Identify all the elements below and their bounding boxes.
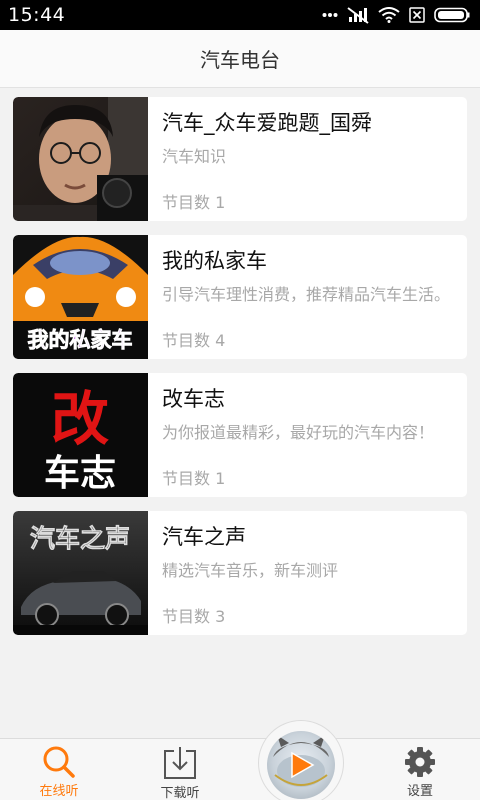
item-title: 改车志 — [162, 387, 225, 411]
item-count: 节目数 1 — [162, 469, 226, 488]
tab-settings[interactable]: 设置 — [375, 739, 465, 800]
item-count: 节目数 1 — [162, 193, 226, 212]
gear-icon — [405, 747, 435, 777]
item-title: 汽车_众车爱跑题_国舜 — [162, 111, 372, 135]
item-title: 我的私家车 — [162, 249, 267, 273]
download-icon — [164, 747, 196, 779]
list-item[interactable]: 改 车志 改车志 为你报道最精彩，最好玩的汽车内容！ 节目数 1 — [13, 373, 467, 497]
thumbnail-label-bottom: 车志 — [44, 453, 116, 494]
item-count: 节目数 3 — [162, 607, 226, 626]
play-icon — [291, 751, 315, 779]
thumbnail-image: 汽车之声 — [13, 511, 148, 635]
play-button[interactable] — [258, 720, 344, 800]
page-title: 汽车电台 — [200, 48, 280, 72]
thumbnail-image — [13, 97, 148, 221]
tab-label: 下载听 — [160, 786, 200, 800]
station-list: 汽车_众车爱跑题_国舜 汽车知识 节目数 1 我的私家车 我的私家车 引导汽车理… — [13, 97, 467, 649]
item-title: 汽车之声 — [162, 525, 246, 549]
no-sim-signal-icon — [347, 7, 369, 24]
list-item[interactable]: 汽车_众车爱跑题_国舜 汽车知识 节目数 1 — [13, 97, 467, 221]
status-bar: 15:44 — [0, 0, 480, 30]
more-dots-icon — [322, 13, 338, 17]
tab-online-listen[interactable]: 在线听 — [14, 739, 104, 800]
tab-label: 在线听 — [39, 784, 79, 799]
item-count: 节目数 4 — [162, 331, 226, 350]
status-icons — [322, 6, 470, 24]
list-item[interactable]: 汽车之声 汽车之声 精选汽车音乐，新车测评 节目数 3 — [13, 511, 467, 635]
wifi-icon — [378, 7, 400, 23]
thumbnail-image: 改 车志 — [13, 373, 148, 497]
status-time: 15:44 — [8, 4, 66, 26]
item-description: 引导汽车理性消费，推荐精品汽车生活。 — [162, 285, 451, 304]
search-icon — [43, 746, 75, 778]
item-description: 汽车知识 — [162, 147, 227, 166]
list-item[interactable]: 我的私家车 我的私家车 引导汽车理性消费，推荐精品汽车生活。 节目数 4 — [13, 235, 467, 359]
header: 汽车电台 — [0, 30, 480, 88]
tab-download-listen[interactable]: 下载听 — [135, 739, 225, 800]
thumbnail-label-top: 改 — [51, 385, 109, 453]
sim-off-icon — [409, 7, 425, 23]
bottom-tab-bar: 在线听 下载听 设置 — [0, 738, 480, 800]
thumbnail-label: 汽车之声 — [30, 524, 130, 553]
tab-label: 设置 — [406, 784, 433, 799]
item-description: 为你报道最精彩，最好玩的汽车内容！ — [162, 423, 435, 442]
thumbnail-label: 我的私家车 — [28, 328, 133, 352]
battery-icon — [434, 7, 470, 23]
item-description: 精选汽车音乐，新车测评 — [162, 561, 339, 580]
thumbnail-image: 我的私家车 — [13, 235, 148, 359]
